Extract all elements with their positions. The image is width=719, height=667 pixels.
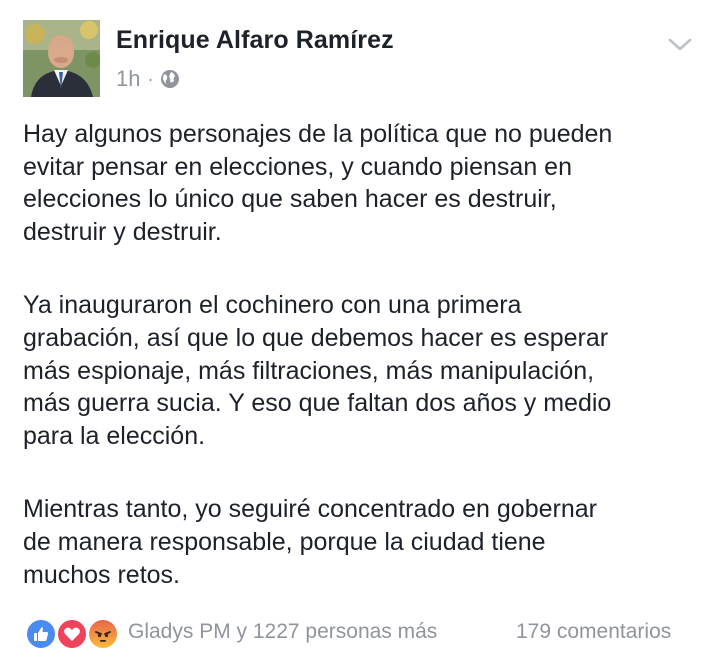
love-icon [56, 618, 88, 650]
reaction-icons[interactable] [25, 618, 121, 650]
post-header: Enrique Alfaro Ramírez 1h · [0, 0, 719, 110]
post-paragraph: Mientras tanto, yo seguiré concentrado e… [23, 495, 597, 589]
post-paragraph: Hay algunos personajes de la política qu… [23, 120, 613, 246]
angry-icon [87, 618, 119, 650]
post-meta: 1h · [116, 66, 180, 92]
comments-count[interactable]: 179 comentarios [516, 620, 671, 644]
like-icon [25, 618, 57, 650]
post-footer: Gladys PM y 1227 personas más 179 coment… [0, 616, 719, 652]
avatar[interactable] [23, 20, 100, 97]
author-name[interactable]: Enrique Alfaro Ramírez [116, 26, 394, 55]
chevron-down-icon[interactable] [665, 33, 695, 57]
post-body: Hay algunos personajes de la política qu… [23, 118, 703, 591]
profile-photo [23, 20, 100, 97]
meta-separator: · [147, 69, 154, 89]
reactions-summary[interactable]: Gladys PM y 1227 personas más [128, 620, 437, 644]
globe-icon[interactable] [160, 69, 180, 89]
post-paragraph: Ya inauguraron el cochinero con una prim… [23, 291, 612, 450]
post-timestamp[interactable]: 1h [116, 66, 140, 92]
